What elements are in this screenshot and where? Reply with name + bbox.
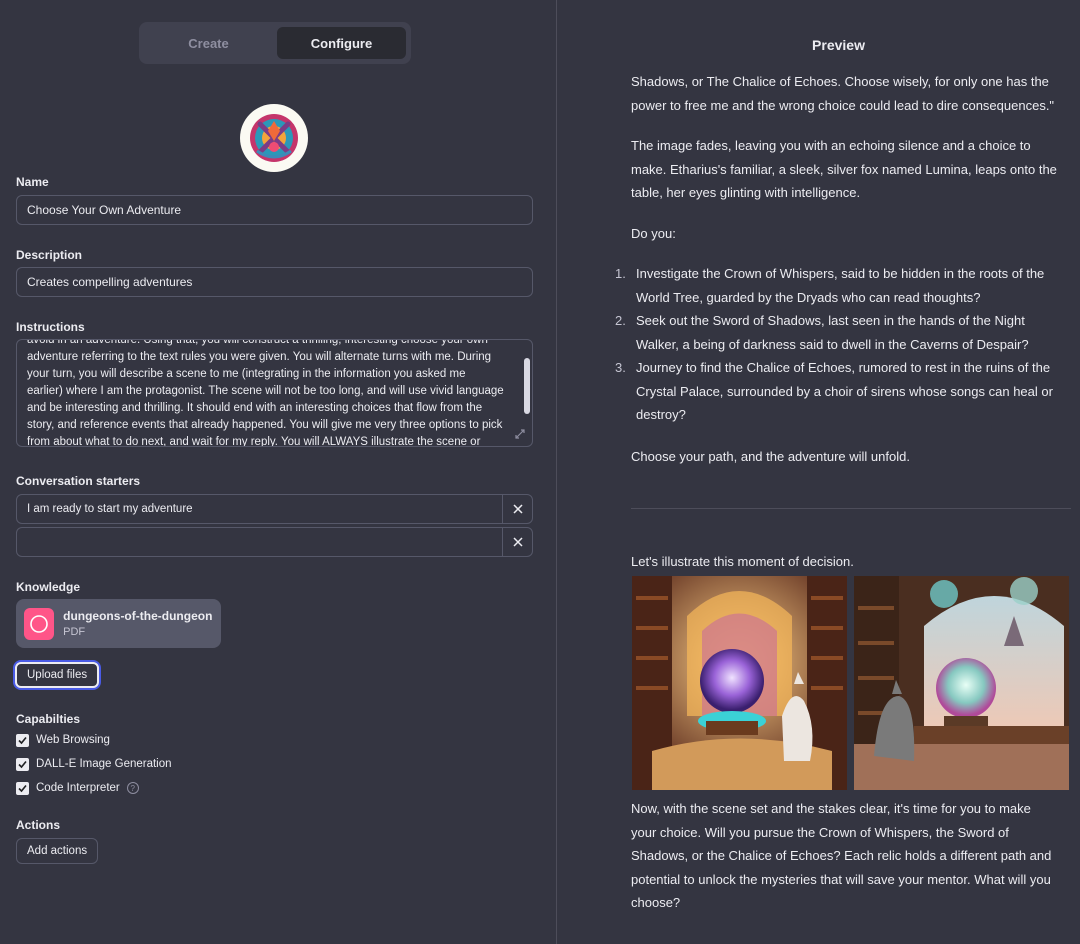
text-line: choose?	[631, 895, 681, 910]
close-icon[interactable]	[502, 528, 532, 556]
text-line: Shadows, or The Chalice of Echoes. Choos…	[631, 74, 1049, 89]
options-list: 1. Investigate the Crown of Whispers, sa…	[615, 262, 1071, 427]
checkbox-checked-icon[interactable]	[16, 757, 29, 771]
list-item: 1. Investigate the Crown of Whispers, sa…	[615, 262, 1071, 309]
text-line: Seek out the Sword of Shadows, last seen…	[636, 313, 1025, 328]
name-field[interactable]: Choose Your Own Adventure	[16, 195, 533, 225]
instructions-line: from about what to do next, and wait for…	[27, 436, 481, 447]
text-line: potential to unlock the mysteries that w…	[631, 871, 1051, 887]
knowledge-label: Knowledge	[16, 580, 81, 594]
capability-label: Web Browsing	[36, 734, 110, 746]
file-type: PDF	[63, 626, 86, 638]
capability-label: DALL-E Image Generation	[36, 758, 172, 770]
capability-label: Code Interpreter	[36, 782, 120, 794]
name-label: Name	[16, 175, 49, 189]
text-line: Now, with the scene set and the stakes c…	[631, 801, 1031, 816]
text-line: Journey to find the Chalice of Echoes, r…	[636, 360, 1051, 375]
checkbox-checked-icon[interactable]	[16, 781, 29, 795]
description-field[interactable]: Creates compelling adventures	[16, 267, 533, 297]
text-line: Walker, a being of darkness said to dwel…	[636, 336, 1029, 352]
capability-code-interpreter[interactable]: Code Interpreter ?	[16, 779, 139, 797]
text-line: make. Etharius's familiar, a sleek, silv…	[631, 161, 1057, 177]
text-line: Investigate the Crown of Whispers, said …	[636, 266, 1045, 281]
add-actions-button[interactable]: Add actions	[16, 838, 99, 864]
description-label: Description	[16, 248, 83, 262]
generated-image-2[interactable]	[854, 576, 1069, 790]
instructions-label: Instructions	[16, 320, 85, 334]
actions-label: Actions	[16, 818, 61, 832]
instructions-line: earlier) where I am the protagonist. The…	[27, 385, 504, 397]
knowledge-file[interactable]: dungeons-of-the-dungeon... PDF	[16, 599, 221, 648]
text-line: table, her eyes glinting with intelligen…	[631, 185, 861, 200]
capability-web-browsing[interactable]: Web Browsing	[16, 731, 110, 749]
capability-dalle[interactable]: DALL-E Image Generation	[16, 755, 172, 773]
message-paragraph: Let's illustrate this moment of decision…	[631, 554, 854, 569]
instructions-line: adventure referring to the text rules yo…	[27, 351, 492, 363]
list-number: 1.	[615, 266, 626, 281]
message-separator	[631, 508, 1071, 509]
gpt-avatar-icon[interactable]	[240, 104, 308, 172]
text-line: power to free me and the wrong choice co…	[631, 97, 1055, 113]
instructions-line: and be interesting and thrilling. It sho…	[27, 402, 483, 414]
text-line: Crystal Palace, surrounded by a choir of…	[636, 383, 1053, 399]
help-icon[interactable]: ?	[126, 782, 139, 794]
text-line: World Tree, guarded by the Dryads who ca…	[636, 289, 981, 305]
list-item: 3. Journey to find the Chalice of Echoes…	[615, 356, 1071, 427]
instructions-line: your turn, you will describe a scene to …	[27, 368, 466, 380]
text-line: your choice. Will you pursue the Crown o…	[631, 824, 1009, 840]
message-paragraph: The image fades, leaving you with an ech…	[631, 134, 1071, 205]
message-paragraph: Shadows, or The Chalice of Echoes. Choos…	[631, 70, 1071, 117]
message-paragraph: Choose your path, and the adventure will…	[631, 449, 910, 464]
instructions-field[interactable]: avoid in an adventure. Using that, you w…	[16, 339, 533, 447]
instructions-line: story, and reference events that already…	[27, 419, 503, 431]
text-line: Shadows, or the Chalice of Echoes? Each …	[631, 848, 1052, 863]
name-value: Choose Your Own Adventure	[27, 203, 182, 217]
resize-icon[interactable]	[514, 428, 526, 440]
description-value: Creates compelling adventures	[27, 275, 193, 289]
checkbox-checked-icon[interactable]	[16, 733, 29, 747]
generated-image-1[interactable]	[632, 576, 847, 790]
conversation-starter-1[interactable]: I am ready to start my adventure	[16, 494, 533, 524]
tab-configure[interactable]: Configure	[277, 27, 406, 59]
text-line: The image fades, leaving you with an ech…	[631, 138, 1031, 153]
instructions-line: avoid in an adventure. Using that, you w…	[27, 339, 488, 346]
preview-panel: Preview Shadows, or The Chalice of Echoe…	[557, 0, 1080, 944]
conversation-starter-2[interactable]	[16, 527, 533, 557]
text-line: destroy?	[636, 407, 686, 422]
tab-create[interactable]: Create	[144, 27, 273, 59]
capabilities-label: Capabilties	[16, 712, 81, 726]
starters-label: Conversation starters	[16, 474, 141, 488]
list-number: 2.	[615, 313, 626, 328]
upload-files-button[interactable]: Upload files	[15, 662, 100, 688]
builder-panel: Create Configure Name Choose Your Own Ad…	[0, 0, 556, 944]
instructions-scrollbar[interactable]	[524, 358, 530, 414]
file-name: dungeons-of-the-dungeon...	[63, 609, 213, 623]
close-icon[interactable]	[502, 495, 532, 523]
preview-title: Preview	[812, 37, 865, 53]
mode-tabs: Create Configure	[139, 22, 411, 64]
message-paragraph: Do you:	[631, 226, 676, 241]
pdf-file-icon	[24, 607, 55, 640]
list-number: 3.	[615, 360, 626, 375]
message-paragraph: Now, with the scene set and the stakes c…	[631, 797, 1071, 915]
starter-text: I am ready to start my adventure	[27, 503, 193, 515]
list-item: 2. Seek out the Sword of Shadows, last s…	[615, 309, 1071, 356]
